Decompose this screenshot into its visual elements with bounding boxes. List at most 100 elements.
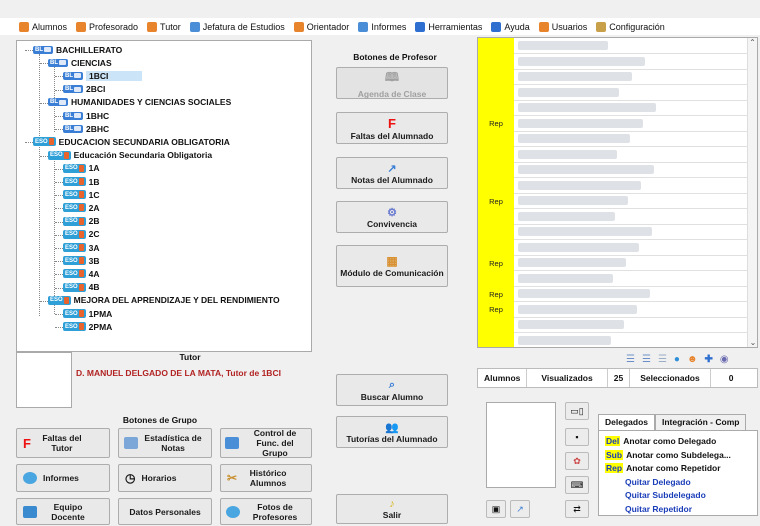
menu-item[interactable]: Usuarios [536, 21, 591, 32]
align-left-icon[interactable]: ☰ [626, 354, 635, 365]
align-center-icon[interactable]: ☰ [642, 354, 651, 365]
tree-node[interactable]: ESO 4B [63, 281, 100, 294]
option-item[interactable]: Del Anotar como Delegado [605, 435, 716, 447]
alumnos-tab[interactable]: Alumnos [478, 369, 528, 387]
palette-button[interactable]: ✿ [565, 452, 589, 470]
student-row[interactable] [478, 177, 748, 194]
notas-button[interactable]: ↗ Notas del Alumnado [336, 157, 448, 189]
informes-button[interactable]: Informes [16, 464, 110, 492]
tree-node[interactable]: BL 2BCI [63, 83, 105, 96]
tree-node[interactable]: ESO 2PMA [63, 320, 112, 333]
option-item[interactable]: Quitar Subdelegado [625, 489, 706, 501]
tree-node[interactable]: ESO 2A [63, 201, 100, 214]
tree-node[interactable]: ESO MEJORA DEL APRENDIZAJE Y DEL RENDIMIE… [48, 294, 280, 307]
users-icon[interactable]: ☻ [687, 354, 698, 365]
tree-node[interactable]: ESO 2C [63, 228, 100, 241]
list-scrollbar[interactable]: ⌃ ⌄ [747, 38, 757, 347]
scroll-down-icon[interactable]: ⌄ [748, 338, 757, 347]
student-row[interactable] [478, 162, 748, 178]
tree-node[interactable]: BL 1BCI [63, 69, 143, 82]
student-row[interactable] [478, 332, 748, 347]
tree-node[interactable]: ESO Educación Secundaria Obligatoria [48, 149, 212, 162]
student-row[interactable] [478, 84, 748, 101]
student-row[interactable]: Rep [478, 115, 748, 132]
fotos-button[interactable]: Fotos de Profesores [220, 498, 312, 525]
transfer-button[interactable]: ⇄ [565, 500, 589, 518]
student-row[interactable] [478, 224, 748, 240]
menu-item[interactable]: Tutor [144, 21, 184, 32]
plus-icon[interactable]: ✚ [704, 354, 712, 365]
student-row[interactable]: Rep [478, 301, 748, 318]
option-item[interactable]: Sub Anotar como Subdelega... [605, 449, 731, 461]
equipo-button[interactable]: Equipo Docente [16, 498, 110, 525]
card-button[interactable]: ▪ [565, 428, 589, 446]
align-right-icon[interactable]: ☰ [658, 354, 667, 365]
menu-item[interactable]: Jefatura de Estudios [187, 21, 288, 32]
tree-node[interactable]: ESO 1A [63, 162, 100, 175]
student-row[interactable] [478, 69, 748, 85]
photo-button[interactable]: ▣ [486, 500, 506, 518]
tutorias-button[interactable]: 👥 Tutorías del Alumnado [336, 416, 448, 448]
menu-item[interactable]: Alumnos [16, 21, 70, 32]
student-row[interactable]: Rep [478, 193, 748, 209]
menu-item[interactable]: Informes [355, 21, 409, 32]
option-item[interactable]: Rep Anotar como Repetidor [605, 462, 721, 474]
student-row[interactable] [478, 239, 748, 256]
tree-node[interactable]: ESO 1PMA [63, 307, 112, 320]
tree-node[interactable]: ESO 1C [63, 188, 100, 201]
tab-delegados[interactable]: Delegados [598, 414, 655, 430]
tree-node[interactable]: ESO EDUCACION SECUNDARIA OBLIGATORIA [33, 135, 230, 148]
student-row[interactable] [478, 146, 748, 163]
view-toggle-button[interactable]: ▭▯ [565, 402, 589, 420]
menu-item[interactable]: Herramientas [412, 21, 485, 32]
student-row[interactable] [478, 270, 748, 287]
settings-icon[interactable]: ◉ [720, 354, 729, 365]
horarios-button[interactable]: ◷ Horarios [118, 464, 212, 492]
keyboard-button[interactable]: ⌨ [565, 476, 589, 494]
menu-item[interactable]: Ayuda [488, 21, 532, 32]
historico-button[interactable]: ✂ Histórico Alumnos [220, 464, 312, 492]
team-icon [23, 505, 37, 518]
tree-node[interactable]: BL CIENCIAS [48, 56, 112, 69]
scroll-up-icon[interactable]: ⌃ [748, 38, 757, 47]
groups-tree[interactable]: BL BACHILLERATO BL CIENCIAS BL 1BCI BL 2BCI BL HU… [16, 40, 312, 352]
tree-node[interactable]: ESO 4A [63, 267, 100, 280]
agenda-button[interactable]: 🕮 Agenda de Clase [336, 67, 448, 99]
student-row[interactable] [478, 317, 748, 333]
datos-button[interactable]: Datos Personales [118, 498, 212, 525]
globe-icon[interactable]: ● [674, 354, 680, 365]
buscar-button[interactable]: ⌕ Buscar Alumno [336, 374, 448, 406]
tab-integracion[interactable]: Integración - Comp [655, 414, 747, 430]
student-row[interactable] [478, 53, 748, 70]
menu-item[interactable]: Profesorado [73, 21, 141, 32]
menu-item[interactable]: Configuración [593, 21, 668, 32]
convivencia-button[interactable]: ⚙ Convivencia [336, 201, 448, 233]
menu-item[interactable]: Orientador [291, 21, 353, 32]
student-row[interactable] [478, 100, 748, 116]
student-row[interactable]: Rep [478, 286, 748, 302]
tree-node[interactable]: ESO 3B [63, 254, 100, 267]
option-tag: Sub [605, 449, 624, 460]
estadistica-button[interactable]: Estadística de Notas [118, 428, 212, 458]
tree-node[interactable]: ESO 2B [63, 215, 100, 228]
student-row[interactable] [478, 131, 748, 147]
tree-node[interactable]: ESO 1B [63, 175, 100, 188]
tree-node[interactable]: BL 2BHC [63, 122, 109, 135]
students-list[interactable]: ⌃ ⌄ Rep Rep Rep Rep Rep [477, 37, 758, 348]
faltas-tutor-button[interactable]: F Faltas del Tutor [16, 428, 110, 458]
tree-node[interactable]: BL 1BHC [63, 109, 109, 122]
faltas-button[interactable]: F Faltas del Alumnado [336, 112, 448, 144]
option-item[interactable]: Quitar Repetidor [625, 503, 692, 515]
student-row[interactable]: Rep [478, 255, 748, 271]
modulo-button[interactable]: ▦ Módulo de Comunicación [336, 245, 448, 287]
repeater-cell [478, 38, 514, 54]
student-row[interactable] [478, 208, 748, 225]
salir-button[interactable]: ♪ Salir [336, 494, 448, 524]
tree-node[interactable]: BL BACHILLERATO [33, 43, 122, 56]
option-item[interactable]: Quitar Delegado [625, 476, 691, 488]
tree-node[interactable]: BL HUMANIDADES Y CIENCIAS SOCIALES [48, 96, 231, 109]
control-button[interactable]: Control de Func. del Grupo [220, 428, 312, 458]
tree-node[interactable]: ESO 3A [63, 241, 100, 254]
student-row[interactable] [478, 38, 748, 54]
chart-button[interactable]: ↗ [510, 500, 530, 518]
